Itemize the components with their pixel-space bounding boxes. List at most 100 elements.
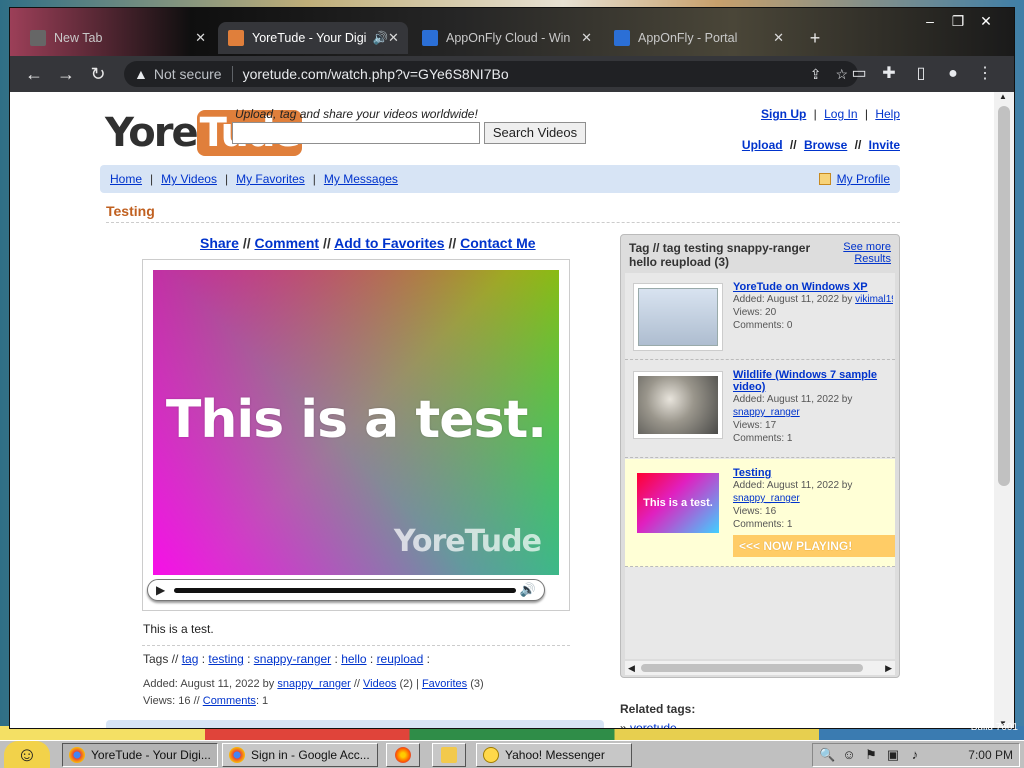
contact-me-link[interactable]: Contact Me (460, 235, 535, 251)
nav-my-favorites[interactable]: My Favorites (236, 172, 305, 186)
extensions-puzzle-icon[interactable]: ✚ (876, 61, 902, 87)
security-label[interactable]: Not secure (154, 66, 222, 82)
see-more-link[interactable]: See more (843, 241, 891, 253)
yoretude-logo[interactable]: YoreTude (105, 110, 302, 156)
tab-close-icon[interactable]: ✕ (388, 30, 399, 46)
log-in-link[interactable]: Log In (824, 107, 857, 121)
taskbar-button-yoretude[interactable]: YoreTude - Your Digi... (62, 743, 218, 767)
tag-link[interactable]: tag (182, 652, 199, 666)
start-button[interactable]: ☺ (4, 741, 50, 768)
messenger-tray-icon[interactable]: ☺ (841, 747, 857, 763)
search-videos-button[interactable]: Search Videos (484, 122, 586, 144)
related-uploader-link[interactable]: snappy_ranger (733, 407, 800, 418)
nav-home[interactable]: Home (110, 172, 142, 186)
url-text[interactable]: yoretude.com/watch.php?v=GYe6S8NI7Bo (243, 66, 509, 82)
video-frame[interactable]: This is a test. YoreTude (153, 270, 559, 575)
related-tag-item: » voretude (620, 721, 677, 728)
address-bar[interactable]: ▲ Not secure yoretude.com/watch.php?v=GY… (124, 61, 858, 87)
tab-yoretude[interactable]: YoreTude - Your Digi 🔊 ✕ (218, 22, 408, 54)
forward-icon[interactable]: → (50, 58, 82, 90)
scrollbar-thumb[interactable] (998, 106, 1010, 486)
maximize-button[interactable]: ❐ (944, 10, 972, 32)
uploader-link[interactable]: snappy_ranger (277, 678, 350, 690)
warning-icon[interactable]: ▲ (134, 66, 148, 82)
back-icon[interactable]: ← (18, 58, 50, 90)
help-link[interactable]: Help (875, 107, 900, 121)
related-horizontal-scrollbar[interactable]: ◀ ▶ (625, 661, 895, 675)
system-tray: 🔍 ☺ ⚑ ▣ ♪ 7:00 PM (812, 743, 1020, 767)
upload-link[interactable]: Upload (742, 138, 783, 152)
tab-close-icon[interactable]: ✕ (581, 30, 592, 46)
search-icon[interactable]: 🔍 (819, 747, 835, 763)
taskbar-button-label: Yahoo! Messenger (505, 748, 605, 762)
main-navigation: Home | My Videos | My Favorites | My Mes… (100, 165, 900, 193)
related-tag-link[interactable]: voretude (630, 721, 677, 728)
taskbar-explorer[interactable] (432, 743, 466, 767)
tab-apponfly-portal[interactable]: AppOnFly - Portal ✕ (604, 22, 794, 54)
tag-link[interactable]: testing (208, 652, 243, 666)
related-video-item[interactable]: YoreTude on Windows XP Added: August 11,… (625, 273, 895, 360)
web-page: YoreTude Upload, tag and share your vide… (10, 92, 994, 728)
share-icon[interactable]: ⇪ (810, 66, 822, 83)
profile-avatar-icon[interactable]: ● (940, 61, 966, 87)
video-player[interactable]: This is a test. YoreTude ▶ 🔊 (142, 259, 570, 611)
related-uploader-link[interactable]: vikimal19 (855, 294, 893, 305)
play-icon[interactable]: ▶ (156, 583, 165, 597)
nav-my-profile[interactable]: My Profile (837, 172, 890, 186)
extension-flag-icon[interactable]: ▭ (846, 61, 872, 87)
uploader-favorites-link[interactable]: Favorites (422, 678, 467, 690)
site-tagline: Upload, tag and share your videos worldw… (235, 107, 478, 121)
video-thumbnail[interactable]: This is a test. (633, 469, 723, 537)
sign-up-link[interactable]: Sign Up (761, 107, 806, 121)
related-video-title[interactable]: YoreTude on Windows XP (733, 281, 893, 293)
related-uploader-link[interactable]: snappy_ranger (733, 493, 800, 504)
tab-new-tab[interactable]: New Tab ✕ (20, 22, 216, 54)
taskbar-button-yahoo-messenger[interactable]: Yahoo! Messenger (476, 743, 632, 767)
taskbar-button-google-signin[interactable]: Sign in - Google Acc... (222, 743, 378, 767)
search-input[interactable] (232, 122, 480, 144)
tab-close-icon[interactable]: ✕ (195, 30, 206, 46)
minimize-button[interactable]: – (916, 10, 944, 32)
reload-icon[interactable]: ↻ (82, 58, 114, 90)
browse-link[interactable]: Browse (804, 138, 847, 152)
volume-icon[interactable]: 🔊 (520, 582, 536, 598)
browser-menu-icon[interactable]: ⋮ (972, 61, 998, 87)
yahoo-messenger-icon (483, 747, 499, 763)
audio-playing-icon[interactable]: 🔊 (372, 31, 388, 46)
scrollbar-thumb[interactable] (641, 664, 863, 672)
tab-apponfly-cloud[interactable]: AppOnFly Cloud - Win ✕ (412, 22, 602, 54)
related-video-title[interactable]: Wildlife (Windows 7 sample video) (733, 369, 893, 393)
seek-bar[interactable] (174, 588, 516, 593)
comment-link[interactable]: Comment (254, 235, 319, 251)
tab-close-icon[interactable]: ✕ (773, 30, 784, 46)
comments-link[interactable]: Comments (203, 695, 256, 707)
tag-link[interactable]: hello (341, 652, 366, 666)
tag-link[interactable]: reupload (377, 652, 424, 666)
scroll-left-icon[interactable]: ◀ (628, 661, 635, 675)
close-window-button[interactable]: ✕ (972, 10, 1000, 32)
uploader-videos-link[interactable]: Videos (363, 678, 396, 690)
tag-link[interactable]: snappy-ranger (254, 652, 331, 666)
related-video-item-now-playing[interactable]: This is a test. Testing Added: August 11… (625, 459, 895, 567)
new-tab-button[interactable]: + (800, 22, 830, 54)
page-vertical-scrollbar[interactable]: ▲ ▼ (994, 92, 1014, 728)
video-thumbnail[interactable] (633, 371, 723, 439)
clock[interactable]: 7:00 PM (968, 748, 1013, 762)
nav-my-videos[interactable]: My Videos (161, 172, 217, 186)
volume-icon[interactable]: ♪ (907, 747, 923, 763)
network-icon[interactable]: ▣ (885, 747, 901, 763)
taskbar-firefox[interactable] (386, 743, 420, 767)
nav-my-messages[interactable]: My Messages (324, 172, 398, 186)
tab-label: AppOnFly - Portal (638, 31, 738, 45)
scroll-right-icon[interactable]: ▶ (885, 661, 892, 675)
related-video-item[interactable]: Wildlife (Windows 7 sample video) Added:… (625, 361, 895, 458)
results-link[interactable]: Results (854, 253, 891, 265)
add-to-favorites-link[interactable]: Add to Favorites (334, 235, 444, 251)
video-thumbnail[interactable] (633, 283, 723, 351)
invite-link[interactable]: Invite (869, 138, 900, 152)
related-video-title[interactable]: Testing (733, 467, 893, 479)
flag-icon[interactable]: ⚑ (863, 747, 879, 763)
side-panel-icon[interactable]: ▯ (908, 61, 934, 87)
share-link[interactable]: Share (200, 235, 239, 251)
scroll-up-icon[interactable]: ▲ (999, 92, 1007, 101)
